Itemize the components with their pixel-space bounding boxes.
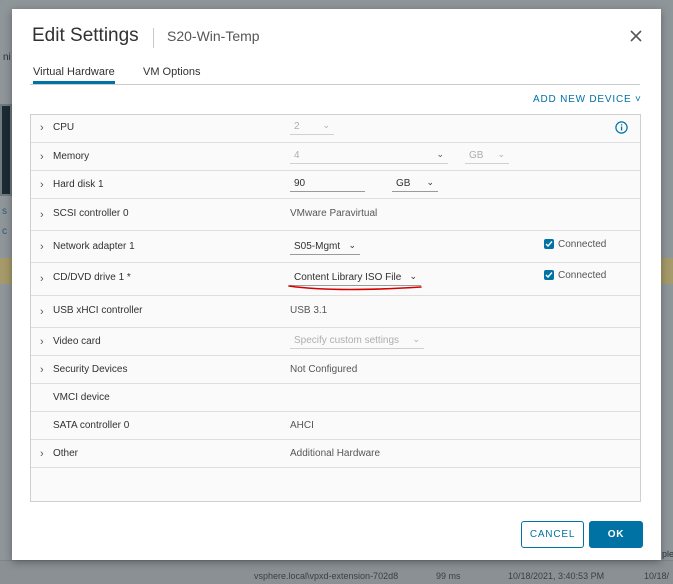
hardware-row-usb: › USB xHCI controller USB 3.1 [31,296,640,328]
chevron-right-icon[interactable]: › [40,364,44,376]
hardware-row-video: › Video card Specify custom settings ⌄ [31,328,640,356]
hardware-label-scsi: SCSI controller 0 [53,208,129,219]
hardware-row-vmci: VMCI device [31,384,640,412]
memory-unit: GB [469,150,484,161]
background-text-fragment: s [2,206,7,217]
tab-virtual-hardware[interactable]: Virtual Hardware [33,66,115,84]
hardware-label-video: Video card [53,336,101,347]
background-cell: 10/18/2021, 3:40:53 PM [508,571,605,581]
background-text-fragment: c [2,226,7,237]
hardware-row-other: › Other Additional Hardware [31,440,640,468]
add-new-device-button[interactable]: ADD NEW DEVICE ˅ [533,94,642,105]
hardware-label-cpu: CPU [53,122,75,133]
hardware-label-security: Security Devices [53,364,128,375]
security-value: Not Configured [290,364,358,375]
edit-settings-dialog: Edit Settings S20-Win-Temp Virtual Hardw… [12,9,661,560]
background-text-fragment: ni [3,52,11,63]
hard-disk-size-input[interactable]: 90 [290,177,365,192]
background-text-fragment: ple [662,549,673,559]
usb-value: USB 3.1 [290,305,328,316]
chevron-down-icon: ⌄ [412,334,420,344]
video-card-select[interactable]: Specify custom settings ⌄ [290,334,424,349]
chevron-right-icon[interactable]: › [40,122,44,134]
hardware-label-memory: Memory [53,151,90,162]
title-divider [153,28,154,48]
sata-value: AHCI [290,420,314,431]
cddvd-connected-checkbox[interactable] [544,270,554,280]
chevron-down-icon: ⌄ [436,149,444,159]
info-icon[interactable] [615,121,628,134]
chevron-right-icon[interactable]: › [40,448,44,460]
chevron-right-icon[interactable]: › [40,336,44,348]
network-connected-label: Connected [558,239,607,250]
hardware-label-cddvd: CD/DVD drive 1 * [53,272,131,283]
hard-disk-size-value: 90 [294,178,306,189]
chevron-right-icon[interactable]: › [40,209,44,221]
chevron-right-icon[interactable]: › [40,306,44,318]
hardware-label-vmci: VMCI device [53,392,110,403]
background-cell: vsphere.local\vpxd-extension-702d8 [254,571,399,581]
hardware-row-sata: SATA controller 0 AHCI [31,412,640,440]
network-connected-checkbox[interactable] [544,239,554,249]
hardware-row-memory: › Memory 4 ⌄ GB ⌄ [31,143,640,171]
dialog-title: Edit Settings [32,25,139,46]
cddvd-connected-label: Connected [558,270,607,281]
background-cell: 99 ms [436,571,461,581]
network-select[interactable]: S05-Mgmt ⌄ [290,240,360,255]
red-underline-annotation [288,285,422,291]
memory-value: 4 [294,150,300,161]
memory-unit-select[interactable]: GB ⌄ [465,149,509,164]
cancel-button[interactable]: CANCEL [521,521,584,548]
hardware-row-network: › Network adapter 1 S05-Mgmt ⌄ Connected [31,231,640,263]
chevron-down-icon: ⌄ [348,240,356,250]
checkmark-icon [545,241,553,248]
background-thumbnail [0,104,12,196]
chevron-down-icon: ⌄ [497,149,505,159]
hardware-label-network: Network adapter 1 [53,241,135,252]
scsi-value: VMware Paravirtual [290,208,378,219]
hardware-row-security: › Security Devices Not Configured [31,356,640,384]
hardware-table: › CPU 2 ⌄ › Memory 4 ⌄ GB ⌄ › Hard disk … [30,114,641,502]
hard-disk-unit: GB [396,178,411,189]
background-cell: 10/18/ [644,571,670,581]
chevron-down-icon: ⌄ [426,177,434,187]
network-value: S05-Mgmt [294,241,341,252]
chevron-right-icon[interactable]: › [40,273,44,285]
hard-disk-unit-select[interactable]: GB ⌄ [392,177,438,192]
close-icon[interactable] [627,27,645,45]
tab-vm-options[interactable]: VM Options [143,66,200,78]
background-task-row: vsphere.local\vpxd-extension-702d8 99 ms… [0,560,673,584]
other-value: Additional Hardware [290,448,381,459]
chevron-right-icon[interactable]: › [40,179,44,191]
hardware-label-sata: SATA controller 0 [53,420,130,431]
hardware-label-other: Other [53,448,79,459]
cpu-value: 2 [294,121,300,132]
cpu-select[interactable]: 2 ⌄ [290,120,334,135]
memory-input[interactable]: 4 ⌄ [290,149,448,164]
vm-name: S20-Win-Temp [167,28,260,44]
hardware-row-scsi: › SCSI controller 0 VMware Paravirtual [31,199,640,231]
hardware-row-cpu: › CPU 2 ⌄ [31,115,640,143]
checkmark-icon [545,272,553,279]
hardware-label-hard-disk: Hard disk 1 [53,179,104,190]
ok-button[interactable]: OK [589,521,643,548]
hardware-row-hard-disk: › Hard disk 1 90 GB ⌄ [31,171,640,199]
chevron-down-icon: ⌄ [322,120,330,130]
tab-bar: Virtual Hardware VM Options [30,65,640,85]
hardware-label-usb: USB xHCI controller [53,305,143,316]
chevron-right-icon[interactable]: › [40,241,44,253]
chevron-right-icon[interactable]: › [40,151,44,163]
video-card-value: Specify custom settings [294,335,400,346]
